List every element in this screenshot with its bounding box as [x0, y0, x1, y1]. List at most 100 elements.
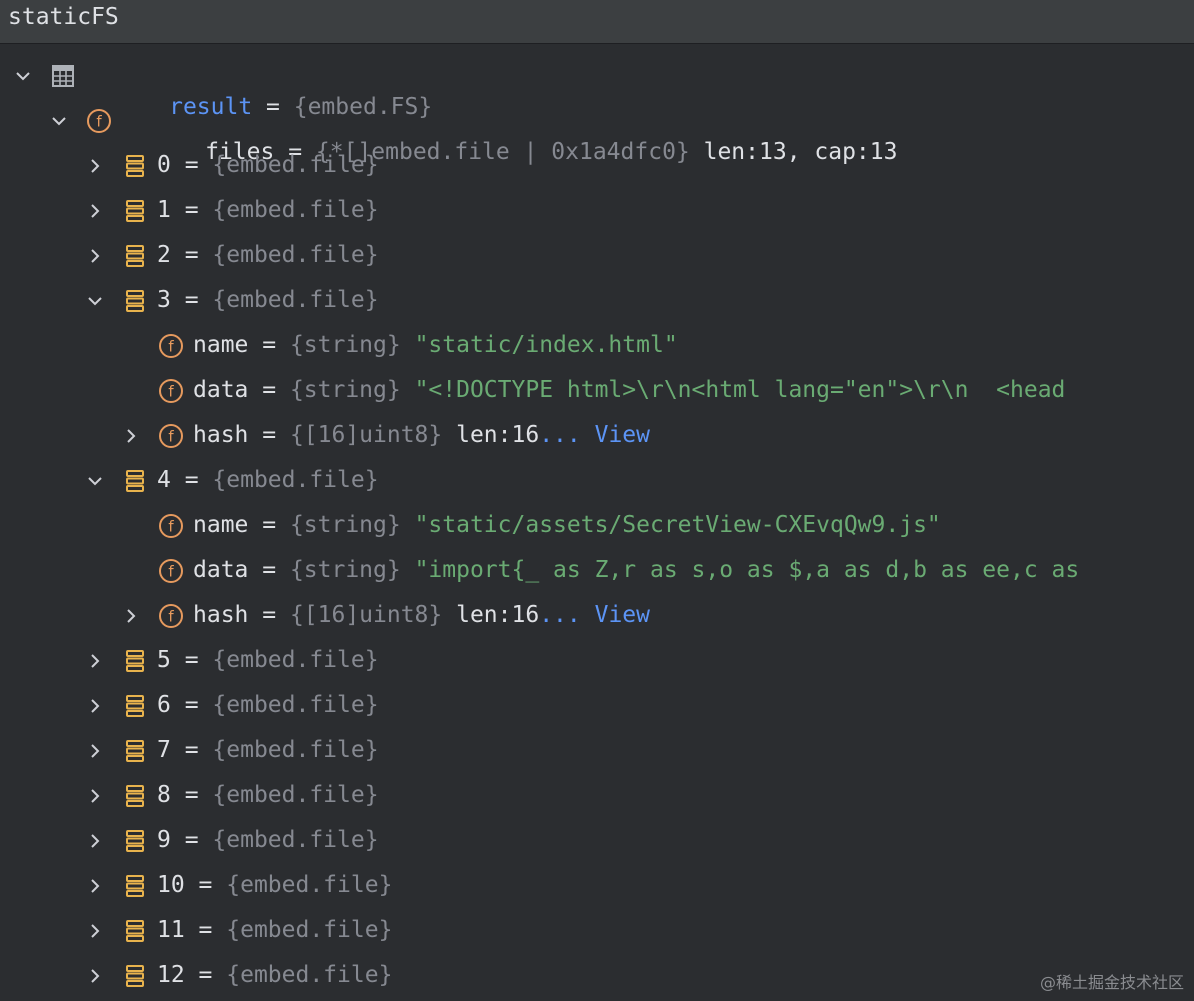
element-type: {embed.file}: [212, 287, 379, 313]
svg-text:f: f: [168, 383, 174, 401]
tree-row-element[interactable]: 7 = {embed.file}: [0, 728, 1194, 773]
tree-row-element[interactable]: 2 = {embed.file}: [0, 233, 1194, 278]
field-f-icon: f: [86, 108, 112, 134]
tree-row-field-data[interactable]: f data = {string} "<!DOCTYPE html>\r\n<ht…: [0, 368, 1194, 413]
title-bar: staticFS: [0, 0, 1194, 44]
tree-row-element[interactable]: 10 = {embed.file}: [0, 863, 1194, 908]
chevron-right-icon[interactable]: [122, 427, 140, 445]
tree-row-element[interactable]: 4 = {embed.file}: [0, 458, 1194, 503]
tree-row-field-hash[interactable]: f hash = {[16]uint8} len:16... View: [0, 413, 1194, 458]
string-value: "import{_ as Z,r as s,o as $,a as d,b as…: [400, 557, 1080, 583]
variables-tree[interactable]: result = {embed.FS} f files = {*[]embed.…: [0, 53, 1194, 1001]
svg-text:f: f: [168, 608, 174, 626]
tree-row-element[interactable]: 12 = {embed.file}: [0, 953, 1194, 998]
tree-row-result[interactable]: result = {embed.FS}: [0, 53, 1194, 120]
chevron-right-icon[interactable]: [86, 697, 104, 715]
chevron-right-icon[interactable]: [86, 787, 104, 805]
element-index: 2: [157, 242, 171, 268]
tree-row-element[interactable]: 9 = {embed.file}: [0, 818, 1194, 863]
tree-row-element[interactable]: 6 = {embed.file}: [0, 683, 1194, 728]
array-element-icon: [122, 243, 148, 269]
array-element-icon: [122, 738, 148, 764]
tree-row-element[interactable]: 11 = {embed.file}: [0, 908, 1194, 953]
ellipsis: ...: [539, 602, 595, 628]
field-type: {[16]uint8}: [289, 602, 443, 628]
chevron-down-icon[interactable]: [86, 292, 104, 310]
field-type: {string}: [289, 512, 401, 538]
ellipsis: ...: [539, 422, 595, 448]
element-type: {embed.file}: [226, 872, 393, 898]
element-type: {embed.file}: [226, 917, 393, 943]
array-element-icon: [122, 468, 148, 494]
element-index: 0: [157, 152, 171, 178]
field-f-icon: f: [158, 333, 184, 359]
window-title: staticFS: [8, 4, 119, 30]
tree-row-element[interactable]: 8 = {embed.file}: [0, 773, 1194, 818]
chevron-right-icon[interactable]: [86, 832, 104, 850]
element-type: {embed.file}: [212, 197, 379, 223]
view-link[interactable]: View: [595, 602, 650, 628]
tree-row-element[interactable]: 3 = {embed.file}: [0, 278, 1194, 323]
watermark: @稀土掘金技术社区: [1039, 973, 1184, 992]
element-index: 5: [157, 647, 171, 673]
field-name: hash: [193, 422, 249, 448]
tree-row-field-name[interactable]: f name = {string} "static/index.html": [0, 323, 1194, 368]
array-element-icon: [122, 288, 148, 314]
element-type: {embed.file}: [212, 692, 379, 718]
chevron-right-icon[interactable]: [86, 877, 104, 895]
svg-text:f: f: [168, 518, 174, 536]
tree-row-element[interactable]: 0 = {embed.file}: [0, 143, 1194, 188]
field-f-icon: f: [158, 603, 184, 629]
chevron-right-icon[interactable]: [86, 742, 104, 760]
field-type: {string}: [289, 377, 401, 403]
tree-row-element[interactable]: 1 = {embed.file}: [0, 188, 1194, 233]
array-element-icon: [122, 918, 148, 944]
field-name: name: [193, 332, 249, 358]
element-type: {embed.file}: [212, 827, 379, 853]
tree-row-files[interactable]: f files = {*[]embed.file | 0x1a4dfc0} le…: [0, 98, 1194, 165]
chevron-right-icon[interactable]: [86, 967, 104, 985]
field-type: {[16]uint8}: [289, 422, 443, 448]
tree-row-field-hash[interactable]: f hash = {[16]uint8} len:16... View: [0, 593, 1194, 638]
tree-row-field-data[interactable]: f data = {string} "import{_ as Z,r as s,o…: [0, 548, 1194, 593]
element-type: {embed.file}: [212, 737, 379, 763]
array-element-icon: [122, 873, 148, 899]
element-index: 10: [157, 872, 185, 898]
length-info: len:16: [442, 602, 540, 628]
field-name: data: [193, 377, 249, 403]
svg-text:f: f: [168, 338, 174, 356]
element-index: 9: [157, 827, 171, 853]
array-element-icon: [122, 963, 148, 989]
table-icon: [50, 63, 76, 89]
element-index: 1: [157, 197, 171, 223]
field-f-icon: f: [158, 513, 184, 539]
field-f-icon: f: [158, 423, 184, 449]
element-index: 8: [157, 782, 171, 808]
tree-row-element[interactable]: 5 = {embed.file}: [0, 638, 1194, 683]
svg-text:f: f: [96, 113, 102, 131]
chevron-right-icon[interactable]: [86, 922, 104, 940]
array-element-icon: [122, 153, 148, 179]
tree-row-field-name[interactable]: f name = {string} "static/assets/SecretVi…: [0, 503, 1194, 548]
chevron-down-icon[interactable]: [86, 472, 104, 490]
chevron-right-icon[interactable]: [86, 247, 104, 265]
array-element-icon: [122, 198, 148, 224]
array-element-icon: [122, 783, 148, 809]
chevron-right-icon[interactable]: [86, 202, 104, 220]
chevron-right-icon[interactable]: [86, 157, 104, 175]
view-link[interactable]: View: [595, 422, 650, 448]
element-index: 12: [157, 962, 185, 988]
array-element-icon: [122, 693, 148, 719]
string-value: "static/assets/SecretView-CXEvqQw9.js": [400, 512, 941, 538]
element-type: {embed.file}: [212, 152, 379, 178]
field-name: name: [193, 512, 249, 538]
field-f-icon: f: [158, 378, 184, 404]
element-type: {embed.file}: [212, 782, 379, 808]
chevron-right-icon[interactable]: [86, 652, 104, 670]
chevron-right-icon[interactable]: [122, 607, 140, 625]
chevron-down-icon[interactable]: [50, 112, 68, 130]
chevron-down-icon[interactable]: [14, 67, 32, 85]
element-type: {embed.file}: [226, 962, 393, 988]
element-index: 6: [157, 692, 171, 718]
element-type: {embed.file}: [212, 647, 379, 673]
